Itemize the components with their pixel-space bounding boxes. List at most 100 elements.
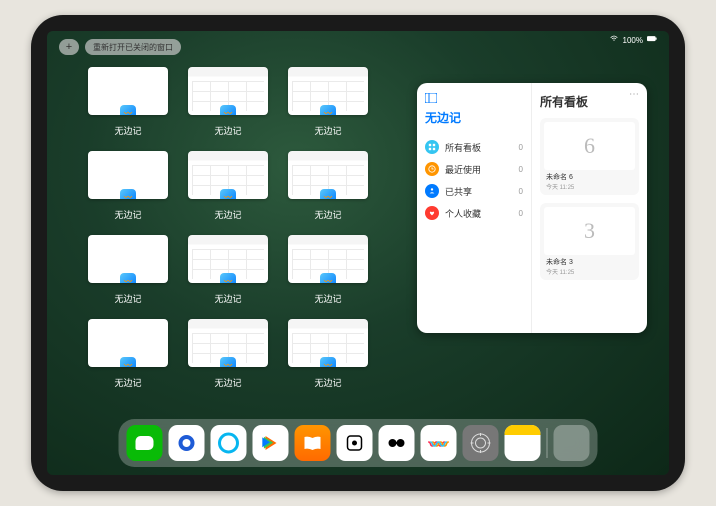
window-thumbnail[interactable]: 无边记 <box>283 67 373 137</box>
dock-app-tool[interactable] <box>379 425 415 461</box>
board-preview: 6 <box>544 122 635 170</box>
sidebar-toggle-icon[interactable] <box>425 93 523 103</box>
window-thumbnail[interactable]: 无边记 <box>283 235 373 305</box>
freeform-app-window[interactable]: ⋯ 无边记 所有看板0最近使用0已共享0个人收藏0 所有看板 6未命名 6今天 … <box>417 83 647 333</box>
window-thumbnail[interactable]: 无边记 <box>183 235 273 305</box>
board-card[interactable]: 6 未命名 6今天 11:25 <box>540 118 639 195</box>
freeform-app-icon <box>120 105 136 115</box>
thumbnail-label: 无边记 <box>114 376 141 389</box>
dock-app-qq[interactable] <box>169 425 205 461</box>
thumbnail-preview <box>288 235 368 283</box>
window-thumbnail[interactable]: 无边记 <box>183 67 273 137</box>
thumbnail-label: 无边记 <box>114 292 141 305</box>
dock <box>119 419 598 467</box>
board-preview: 3 <box>544 207 635 255</box>
window-thumbnail[interactable]: 无边记 <box>83 151 173 221</box>
window-thumbnail[interactable]: 无边记 <box>183 319 273 389</box>
freeform-app-icon <box>320 273 336 283</box>
thumbnail-label: 无边记 <box>314 376 341 389</box>
sidebar-item-count: 0 <box>519 209 523 218</box>
dock-app-notes[interactable] <box>505 425 541 461</box>
new-window-button[interactable]: + <box>59 39 79 55</box>
freeform-app-icon <box>120 189 136 199</box>
window-thumbnail[interactable]: 无边记 <box>183 151 273 221</box>
boards-title: 所有看板 <box>540 93 639 110</box>
window-thumbnail[interactable]: 无边记 <box>83 235 173 305</box>
dock-app-settings[interactable] <box>463 425 499 461</box>
thumbnail-preview <box>88 67 168 115</box>
window-thumbnail[interactable]: 无边记 <box>283 319 373 389</box>
grid-icon <box>425 140 439 154</box>
thumbnail-label: 无边记 <box>314 208 341 221</box>
dock-app-freeform[interactable] <box>421 425 457 461</box>
share-icon <box>425 184 439 198</box>
board-card[interactable]: 3 未命名 3今天 11:25 <box>540 203 639 280</box>
sidebar-title: 无边记 <box>425 109 523 126</box>
sidebar: 无边记 所有看板 0 最近使用 0 已共享 0 个人收藏 0 <box>417 83 532 333</box>
window-thumbnail[interactable]: 无边记 <box>83 67 173 137</box>
board-date: 今天 11:25 <box>544 182 635 191</box>
freeform-app-icon <box>320 357 336 367</box>
dock-app-qqbrowser[interactable] <box>211 425 247 461</box>
dock-divider <box>547 428 548 458</box>
freeform-app-icon <box>320 189 336 199</box>
window-thumbnail[interactable]: 无边记 <box>83 319 173 389</box>
board-name: 未命名 6 <box>544 172 635 182</box>
thumbnail-label: 无边记 <box>214 376 241 389</box>
thumbnail-label: 无边记 <box>114 208 141 221</box>
sidebar-item-grid[interactable]: 所有看板 0 <box>425 136 523 158</box>
dock-app-game[interactable] <box>337 425 373 461</box>
thumbnail-label: 无边记 <box>314 292 341 305</box>
dock-app-books[interactable] <box>295 425 331 461</box>
board-date: 今天 11:25 <box>544 267 635 276</box>
freeform-app-icon <box>320 105 336 115</box>
thumbnail-label: 无边记 <box>114 124 141 137</box>
board-name: 未命名 3 <box>544 257 635 267</box>
thumbnail-preview <box>288 67 368 115</box>
battery-icon <box>647 35 657 45</box>
freeform-app-icon <box>220 357 236 367</box>
app-switcher-grid: 无边记无边记无边记无边记无边记无边记无边记无边记无边记无边记无边记无边记 <box>83 67 373 389</box>
screen: 100% + 重新打开已关闭的窗口 无边记无边记无边记无边记无边记无边记无边记无… <box>47 31 669 475</box>
freeform-app-icon <box>220 189 236 199</box>
thumbnail-preview <box>188 67 268 115</box>
boards-pane: 所有看板 6未命名 6今天 11:253未命名 3今天 11:25 <box>532 83 647 333</box>
reopen-closed-window-button[interactable]: 重新打开已关闭的窗口 <box>85 39 181 55</box>
status-bar: 100% <box>609 35 657 45</box>
window-thumbnail[interactable]: 无边记 <box>283 151 373 221</box>
battery-text: 100% <box>623 36 643 45</box>
thumbnail-preview <box>88 319 168 367</box>
clock-icon <box>425 162 439 176</box>
freeform-app-icon <box>120 357 136 367</box>
thumbnail-label: 无边记 <box>214 292 241 305</box>
thumbnail-preview <box>88 151 168 199</box>
dock-app-video[interactable] <box>253 425 289 461</box>
ipad-frame: 100% + 重新打开已关闭的窗口 无边记无边记无边记无边记无边记无边记无边记无… <box>31 15 685 491</box>
sidebar-item-label: 最近使用 <box>445 163 481 176</box>
sidebar-item-label: 所有看板 <box>445 141 481 154</box>
thumbnail-label: 无边记 <box>214 124 241 137</box>
sidebar-item-count: 0 <box>519 165 523 174</box>
sidebar-item-count: 0 <box>519 187 523 196</box>
thumbnail-preview <box>188 319 268 367</box>
top-buttons: + 重新打开已关闭的窗口 <box>59 39 181 55</box>
sidebar-item-label: 已共享 <box>445 185 472 198</box>
more-icon[interactable]: ⋯ <box>629 89 639 100</box>
sidebar-item-share[interactable]: 已共享 0 <box>425 180 523 202</box>
freeform-app-icon <box>120 273 136 283</box>
thumbnail-preview <box>288 319 368 367</box>
thumbnail-label: 无边记 <box>314 124 341 137</box>
sidebar-item-heart[interactable]: 个人收藏 0 <box>425 202 523 224</box>
thumbnail-preview <box>88 235 168 283</box>
freeform-app-icon <box>220 105 236 115</box>
thumbnail-label: 无边记 <box>214 208 241 221</box>
dock-app-library[interactable] <box>554 425 590 461</box>
freeform-app-icon <box>220 273 236 283</box>
sidebar-item-clock[interactable]: 最近使用 0 <box>425 158 523 180</box>
sidebar-item-label: 个人收藏 <box>445 207 481 220</box>
thumbnail-preview <box>188 151 268 199</box>
dock-app-wechat[interactable] <box>127 425 163 461</box>
thumbnail-preview <box>288 151 368 199</box>
heart-icon <box>425 206 439 220</box>
sidebar-item-count: 0 <box>519 143 523 152</box>
